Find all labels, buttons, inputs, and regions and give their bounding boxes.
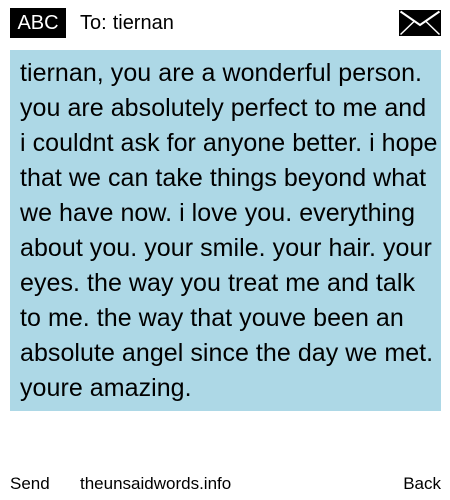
- softkey-bar: Send theunsaidwords.info Back: [0, 470, 450, 498]
- to-label: To:: [80, 12, 107, 34]
- recipient-field[interactable]: To: tiernan: [80, 8, 174, 38]
- recipient-name: tiernan: [112, 12, 174, 34]
- back-button[interactable]: Back: [403, 470, 441, 498]
- envelope-icon: [399, 10, 441, 36]
- message-header: ABC To: tiernan: [0, 0, 450, 46]
- send-button[interactable]: Send: [10, 470, 50, 498]
- input-mode-badge[interactable]: ABC: [10, 8, 66, 38]
- message-body-text: tiernan, you are a wonderful person. you…: [20, 59, 438, 402]
- site-watermark: theunsaidwords.info: [80, 474, 232, 493]
